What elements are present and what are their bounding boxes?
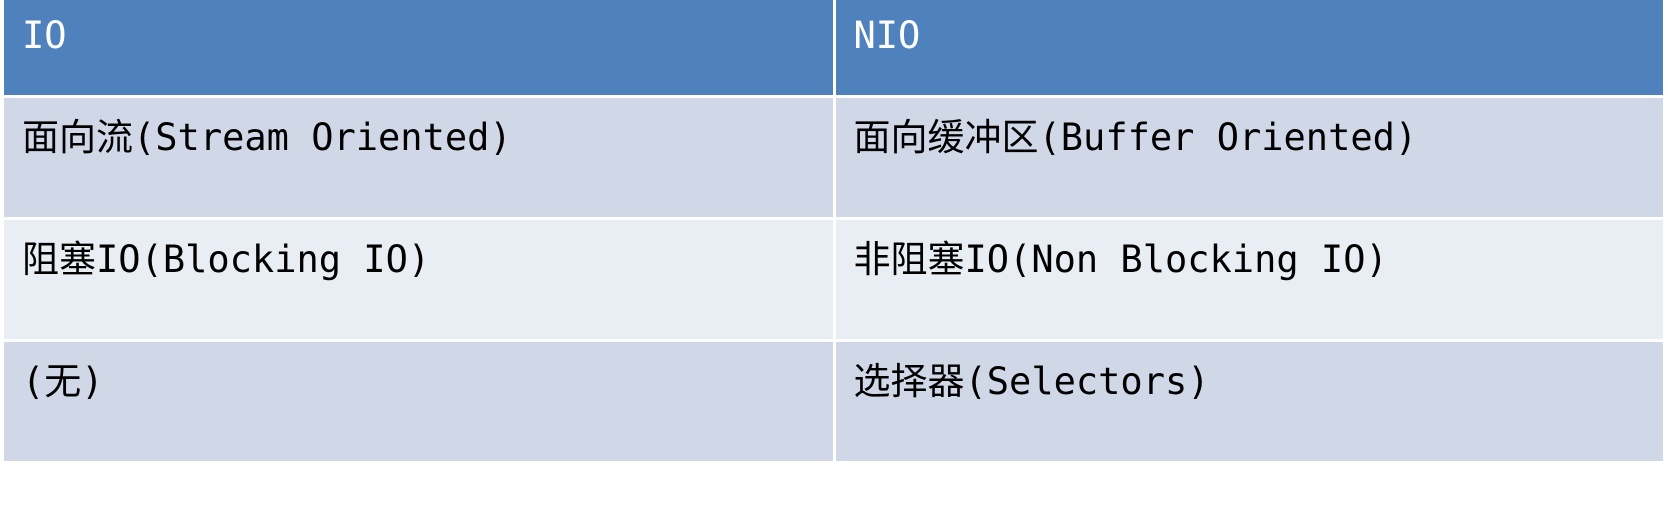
- header-cell-nio: NIO: [832, 0, 1666, 98]
- table-cell: 阻塞IO(Blocking IO): [4, 216, 836, 342]
- table-row: (无) 选择器(Selectors): [4, 338, 1666, 464]
- table-cell: 非阻塞IO(Non Blocking IO): [832, 216, 1666, 342]
- table-cell: 面向缓冲区(Buffer Oriented): [832, 94, 1666, 220]
- comparison-table-container: IO NIO 面向流(Stream Oriented) 面向缓冲区(Buffer…: [4, 0, 1666, 464]
- table-cell: 选择器(Selectors): [832, 338, 1666, 464]
- table-row: 阻塞IO(Blocking IO) 非阻塞IO(Non Blocking IO): [4, 216, 1666, 342]
- io-vs-nio-table: IO NIO 面向流(Stream Oriented) 面向缓冲区(Buffer…: [4, 0, 1666, 464]
- table-cell: 面向流(Stream Oriented): [4, 94, 836, 220]
- table-header-row: IO NIO: [4, 0, 1666, 98]
- header-cell-io: IO: [4, 0, 836, 98]
- table-row: 面向流(Stream Oriented) 面向缓冲区(Buffer Orient…: [4, 94, 1666, 220]
- table-cell: (无): [4, 338, 836, 464]
